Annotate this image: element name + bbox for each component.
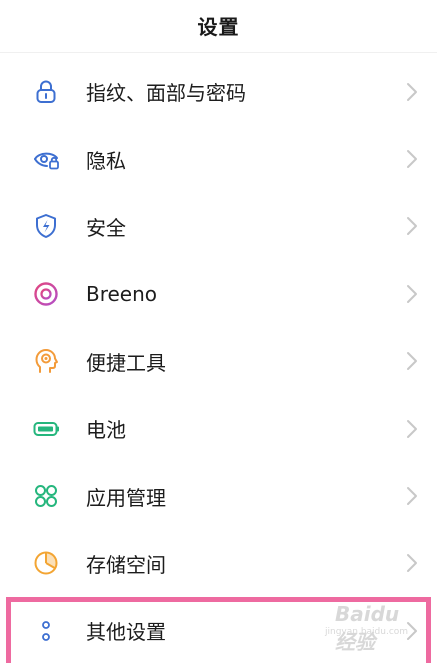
settings-item-label: Breeno — [86, 281, 158, 306]
more-dots-icon — [32, 617, 60, 645]
settings-item-label: 隐私 — [86, 148, 126, 173]
title-bar: 设置 — [0, 0, 437, 50]
settings-item-privacy[interactable]: 隐私 — [0, 125, 437, 192]
settings-item-breeno[interactable]: Breeno — [0, 260, 437, 327]
chevron-right-icon — [405, 553, 419, 573]
smart-assistant-icon — [32, 347, 60, 375]
settings-item-label: 存储空间 — [86, 552, 166, 577]
settings-item-label: 安全 — [86, 215, 126, 240]
chevron-right-icon — [405, 149, 419, 169]
lock-icon — [32, 78, 60, 106]
settings-item-label: 应用管理 — [86, 485, 166, 510]
header-divider — [0, 52, 437, 53]
settings-item-battery[interactable]: 电池 — [0, 395, 437, 462]
storage-pie-icon — [32, 549, 60, 577]
settings-item-other-settings[interactable]: 其他设置 — [0, 597, 437, 664]
settings-item-fingerprint-face-password[interactable]: 指纹、面部与密码 — [0, 58, 437, 125]
app-grid-icon — [32, 482, 60, 510]
chevron-right-icon — [405, 419, 419, 439]
page-title: 设置 — [197, 14, 240, 39]
settings-item-label: 电池 — [86, 418, 126, 443]
breeno-ring-icon — [32, 280, 60, 308]
chevron-right-icon — [405, 621, 419, 641]
chevron-right-icon — [405, 284, 419, 304]
settings-item-storage[interactable]: 存储空间 — [0, 530, 437, 597]
chevron-right-icon — [405, 216, 419, 236]
settings-item-security[interactable]: 安全 — [0, 193, 437, 260]
settings-item-label: 便捷工具 — [86, 350, 166, 375]
security-shield-icon — [32, 212, 60, 240]
chevron-right-icon — [405, 486, 419, 506]
chevron-right-icon — [405, 351, 419, 371]
privacy-eye-icon — [32, 145, 60, 173]
chevron-right-icon — [405, 82, 419, 102]
settings-item-app-management[interactable]: 应用管理 — [0, 462, 437, 529]
settings-item-label: 指纹、面部与密码 — [86, 81, 246, 106]
settings-item-label: 其他设置 — [86, 620, 166, 645]
battery-icon — [32, 415, 60, 443]
settings-item-convenience-tools[interactable]: 便捷工具 — [0, 328, 437, 395]
settings-list: 指纹、面部与密码 隐私 安全 Breeno 便捷工具 电池 应用管理 存储空间 … — [0, 58, 437, 665]
